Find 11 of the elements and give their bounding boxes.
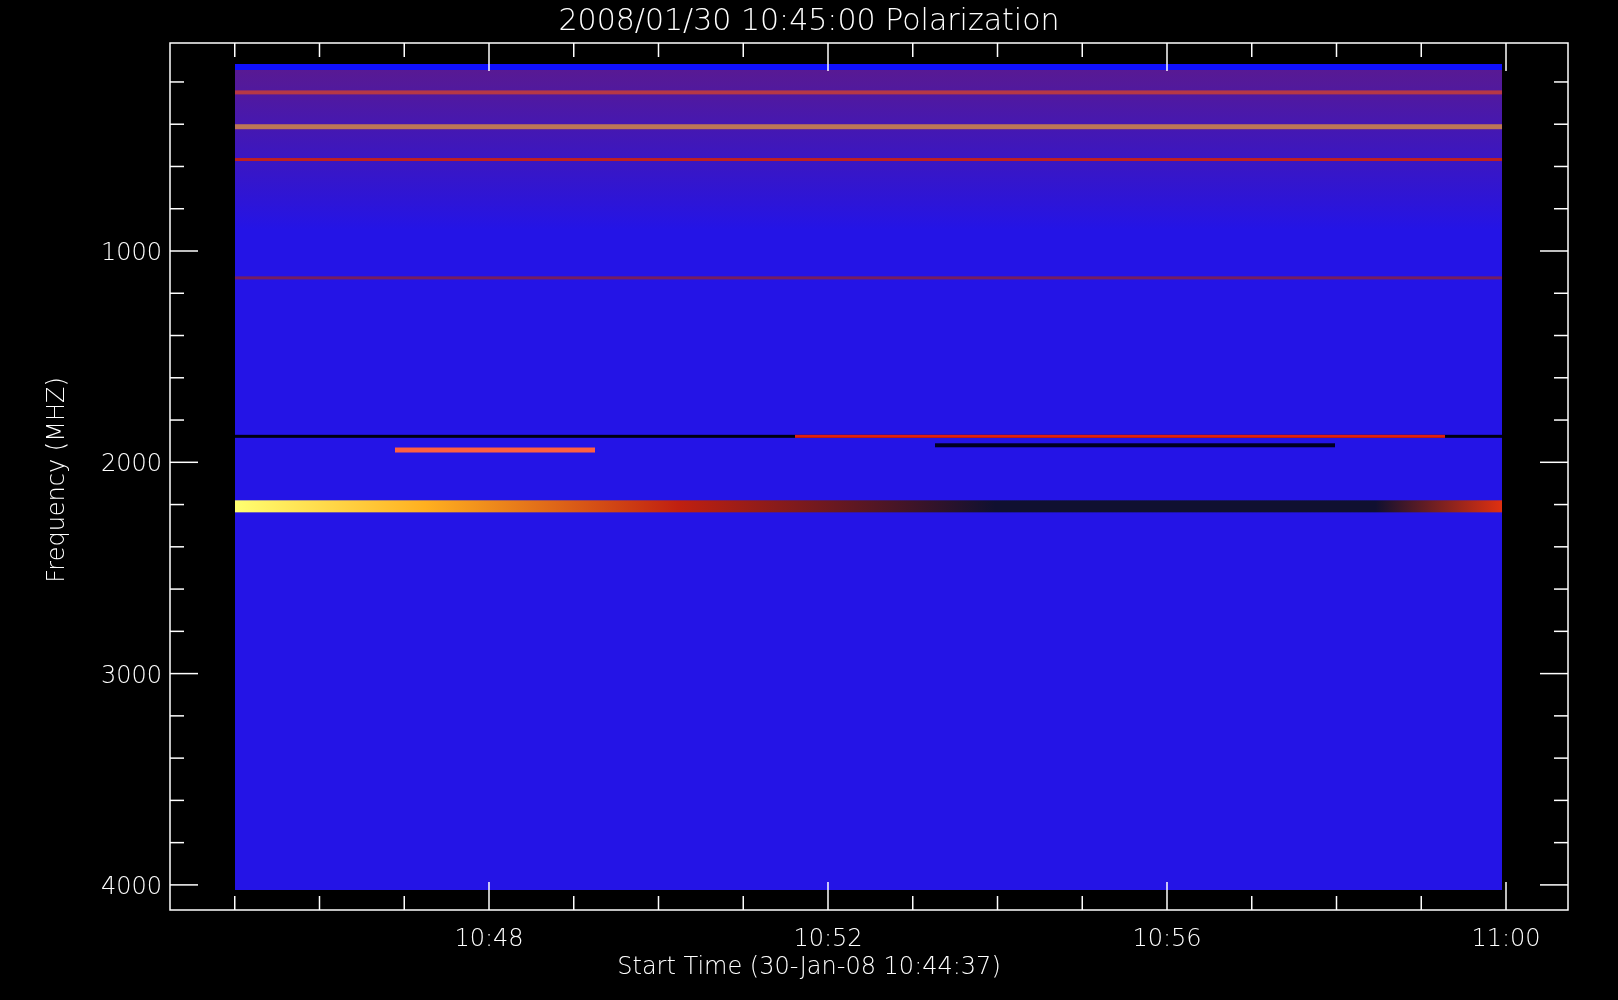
axis-title: Start Time (30-Jan-08 10:44:37)	[617, 952, 1001, 980]
tick-label: 10:56	[1132, 924, 1202, 952]
tick-label: 3000	[100, 660, 162, 689]
axis-title: Frequency (MHZ)	[42, 377, 70, 583]
tick-label: 10:48	[454, 924, 524, 952]
tick-label: 2000	[100, 449, 162, 478]
tick-label: 1000	[100, 238, 162, 266]
chart-title: 2008/01/30 10:45:00 Polarization	[558, 2, 1060, 37]
tick-label: 4000	[100, 871, 162, 900]
tick-label: 10:52	[793, 924, 863, 952]
tick-label: 11:00	[1471, 924, 1541, 952]
